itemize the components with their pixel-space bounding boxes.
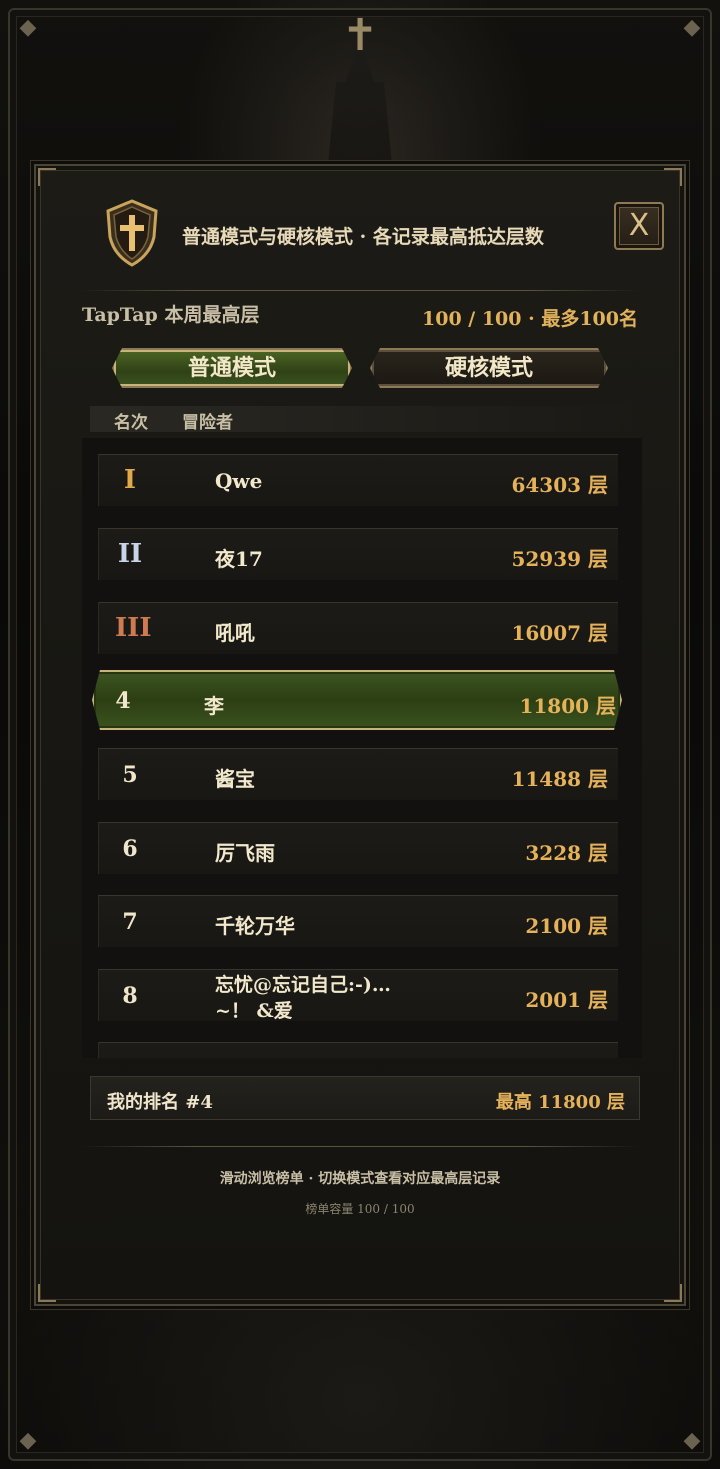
floor-score: 2100 层 [525,914,608,938]
rank-label: 5 [122,762,138,788]
player-name: 吼吼 [215,621,255,645]
shield-cross-icon [104,199,160,267]
floor-score: 16007 层 [511,621,608,645]
my-rank-label: 我的排名 #4 [107,1092,213,1113]
table-row-current-player[interactable]: 4 李 11800 层 [92,670,622,730]
rank-label: 7 [122,909,138,935]
floor-score: 11800 层 [519,694,616,718]
rank-label: 4 [115,688,131,714]
divider [80,1146,640,1147]
footer-capacity: 榜单容量 100 / 100 [305,1202,415,1216]
table-row[interactable]: III 吼吼 16007 层 [98,602,618,654]
top-cross-ornament-icon: ✝ [341,10,379,61]
floor-score: 52939 层 [511,547,608,571]
rank-label: 6 [122,836,138,862]
corner-ornament-icon: ◆ [683,15,701,40]
floor-score: 64303 层 [511,473,608,497]
column-header: 名次 冒险者 [90,406,640,433]
tab-hardcore-mode[interactable]: 硬核模式 [370,348,608,388]
floor-score: 2001 层 [525,988,608,1012]
player-name: 忘忧@忘记自己:-)…~！ &爱 [215,974,391,1022]
player-name: 千轮万华 [215,914,295,938]
rank-label: II [117,539,143,569]
table-row[interactable]: 8 忘忧@忘记自己:-)…~！ &爱 2001 层 [98,969,618,1022]
rank-label: I [123,465,137,495]
panel-title: 普通模式与硬核模式 · 各记录最高抵达层数 [182,226,544,248]
player-name: 酱宝 [215,767,255,791]
rank-label: 8 [122,983,138,1009]
leaderboard-panel: 普通模式与硬核模式 · 各记录最高抵达层数 X TapTap 本周最高层 100… [34,164,686,1306]
tab-normal-mode[interactable]: 普通模式 [112,348,352,388]
rank-label: III [115,613,152,643]
board-name: TapTap 本周最高层 [82,304,260,326]
capacity-text: 100 / 100 · 最多100名 [422,308,638,330]
floor-score: 3228 层 [525,841,608,865]
table-row[interactable]: II 夜17 52939 层 [98,528,618,580]
table-row[interactable] [98,1042,618,1058]
player-name: 李 [204,694,224,718]
corner-ornament-icon: ◆ [683,1428,701,1453]
player-name: 厉飞雨 [215,841,275,865]
table-row[interactable]: I Qwe 64303 层 [98,454,618,506]
divider [80,290,640,291]
panel-corner [38,168,56,186]
panel-corner [38,1284,56,1302]
corner-ornament-icon: ◆ [19,1428,37,1453]
table-row[interactable]: 7 千轮万华 2100 层 [98,895,618,947]
floor-score: 11488 层 [511,767,608,791]
footer-hint: 滑动浏览榜单 · 切换模式查看对应最高层记录 [219,1171,501,1187]
my-best-floor: 最高 11800 层 [495,1092,625,1113]
player-name: 夜17 [215,547,263,571]
my-rank-bar: 我的排名 #4 最高 11800 层 [90,1076,640,1120]
close-button[interactable]: X [614,202,664,250]
player-name: Qwe [215,469,263,493]
panel-corner [664,1284,682,1302]
column-player: 冒险者 [182,413,233,433]
leaderboard-list[interactable]: I Qwe 64303 层 II 夜17 52939 层 III 吼吼 1600… [82,438,642,1058]
column-rank: 名次 [114,413,148,433]
close-icon: X [628,208,650,243]
corner-ornament-icon: ◆ [19,15,37,40]
panel-corner [664,168,682,186]
table-row[interactable]: 5 酱宝 11488 层 [98,748,618,800]
table-row[interactable]: 6 厉飞雨 3228 层 [98,822,618,874]
